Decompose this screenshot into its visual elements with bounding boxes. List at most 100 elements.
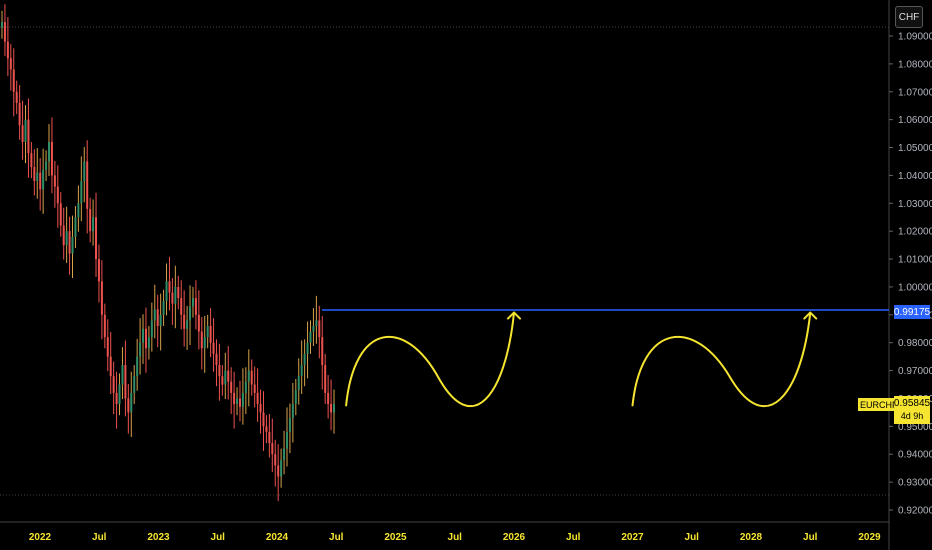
grid bbox=[0, 0, 890, 550]
candle-body bbox=[71, 236, 74, 254]
candle-body bbox=[297, 376, 300, 391]
y-axis[interactable]: 1.09000 1.08000 1.07000 1.06000 1.05000 1.040… bbox=[889, 32, 932, 517]
candle-body bbox=[24, 119, 27, 142]
x-tick-label: 2022 bbox=[29, 532, 52, 543]
candle-body bbox=[333, 404, 335, 413]
x-tick-label: 2026 bbox=[503, 532, 526, 543]
candle-body bbox=[89, 208, 92, 232]
candle-body bbox=[183, 314, 186, 329]
candle-body bbox=[115, 392, 118, 405]
candle-body bbox=[218, 365, 221, 377]
candle-body bbox=[315, 320, 318, 326]
y-tick-label: 1.03000 bbox=[898, 199, 932, 210]
candle-body bbox=[253, 384, 256, 393]
bar-countdown: 4d 9h bbox=[900, 411, 924, 421]
candle-body bbox=[62, 225, 65, 246]
candle-body bbox=[156, 309, 159, 326]
candle-body bbox=[303, 353, 306, 366]
candle-body bbox=[203, 337, 206, 349]
x-tick-label: Jul bbox=[566, 532, 581, 543]
candle-body bbox=[324, 365, 327, 393]
candle-body bbox=[18, 102, 21, 126]
candle-body bbox=[150, 320, 153, 338]
candle-body bbox=[136, 356, 139, 377]
candle-body bbox=[39, 172, 42, 190]
x-tick-label: 2025 bbox=[384, 532, 407, 543]
candle-body bbox=[241, 392, 244, 407]
candle-body bbox=[144, 328, 147, 349]
candle-body bbox=[21, 125, 24, 142]
candle-body bbox=[159, 314, 162, 326]
candle-body bbox=[330, 404, 333, 413]
candle-body bbox=[56, 186, 59, 204]
candle-body bbox=[288, 417, 291, 432]
y-tick-label: 1.08000 bbox=[898, 59, 932, 70]
candle-body bbox=[95, 217, 98, 260]
x-tick-label: 2029 bbox=[858, 532, 881, 543]
candle-body bbox=[206, 325, 209, 338]
candle-body bbox=[265, 426, 268, 432]
candle-body bbox=[215, 353, 218, 366]
y-tick-label: 1.00000 bbox=[898, 282, 932, 293]
y-tick-label: 0.92000 bbox=[898, 506, 932, 517]
candle-body bbox=[230, 381, 233, 393]
candle-body bbox=[177, 286, 180, 299]
candle-body bbox=[250, 370, 253, 385]
candle-body bbox=[194, 298, 197, 315]
candle-body bbox=[48, 141, 51, 162]
x-tick-label: Jul bbox=[92, 532, 107, 543]
candle-body bbox=[191, 298, 194, 307]
candle-body bbox=[80, 180, 83, 204]
candle-body bbox=[238, 398, 241, 407]
candle-body bbox=[124, 365, 127, 399]
x-tick-label: Jul bbox=[803, 532, 818, 543]
candle-body bbox=[327, 392, 330, 405]
candle-body bbox=[256, 392, 259, 405]
candle-body bbox=[268, 431, 271, 444]
candle-body bbox=[74, 217, 77, 237]
x-tick-label: 2024 bbox=[266, 532, 289, 543]
candle-body bbox=[247, 370, 250, 382]
candle-body bbox=[209, 325, 212, 343]
curved-arrow[interactable] bbox=[631, 311, 812, 408]
x-tick-label: Jul bbox=[211, 532, 226, 543]
candle-body bbox=[142, 328, 145, 343]
candle-body bbox=[42, 169, 45, 190]
y-tick-label: 0.97000 bbox=[898, 366, 932, 377]
currency-button[interactable]: CHF bbox=[895, 6, 923, 28]
candle-body bbox=[147, 337, 150, 349]
candle-body bbox=[162, 300, 165, 315]
candle-body bbox=[53, 175, 56, 187]
candle-body bbox=[30, 153, 33, 168]
candle-body bbox=[306, 342, 309, 354]
candle-body bbox=[259, 404, 262, 413]
candle-body bbox=[321, 337, 324, 366]
candle-body bbox=[1, 22, 3, 28]
y-tick-label: 0.93000 bbox=[898, 478, 932, 489]
candle-body bbox=[68, 231, 71, 254]
x-tick-label: 2027 bbox=[621, 532, 644, 543]
candle-body bbox=[212, 342, 215, 354]
candle-body bbox=[130, 392, 133, 413]
candle-body bbox=[221, 376, 224, 385]
chart-canvas[interactable]: 1.09000 1.08000 1.07000 1.06000 1.05000 1.040… bbox=[0, 0, 932, 550]
candle-body bbox=[127, 398, 130, 413]
candle-body bbox=[103, 314, 106, 338]
x-axis[interactable]: 2022 Jul 2023 Jul 2024 Jul 2025 Jul 2026 Jul 2027 J… bbox=[29, 532, 881, 543]
candle-body bbox=[77, 203, 80, 218]
candle-body bbox=[97, 259, 100, 282]
candle-body bbox=[118, 384, 121, 405]
candle-body bbox=[236, 398, 239, 405]
candle-body bbox=[277, 465, 280, 477]
candle-body bbox=[36, 172, 39, 181]
curved-arrow[interactable] bbox=[345, 311, 515, 408]
candle-body bbox=[100, 281, 103, 315]
y-tick-label: 1.04000 bbox=[898, 171, 932, 182]
candle-body bbox=[86, 161, 89, 209]
annotations[interactable] bbox=[345, 311, 818, 408]
candle-body bbox=[180, 298, 183, 315]
candle-body bbox=[59, 203, 62, 226]
candle-body bbox=[139, 342, 142, 357]
x-tick-label: Jul bbox=[685, 532, 700, 543]
candle-body bbox=[233, 392, 236, 405]
